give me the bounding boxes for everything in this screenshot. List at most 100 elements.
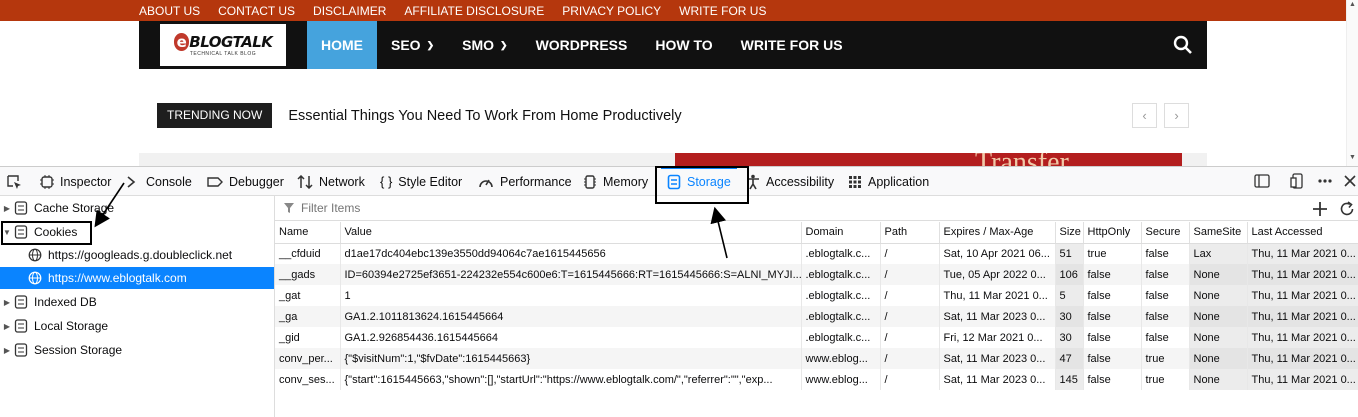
trending-title[interactable]: Essential Things You Need To Work From H… — [288, 108, 681, 124]
cell-last[interactable]: Thu, 11 Mar 2021 0... — [1247, 369, 1358, 390]
cell-expires[interactable]: Sat, 11 Mar 2023 0... — [939, 348, 1056, 369]
table-row[interactable]: conv_per... {"$visitNum":1,"$fvDate":1615… — [275, 348, 1358, 369]
expand-arrow-icon[interactable]: ▶ — [0, 298, 14, 307]
tab-performance[interactable]: Performance — [478, 167, 572, 196]
tab-style-editor[interactable]: { } Style Editor — [380, 167, 462, 196]
cell-domain[interactable]: .eblogtalk.c... — [801, 306, 881, 327]
cell-value[interactable]: {"$visitNum":1,"$fvDate":1615445663} — [340, 348, 802, 369]
cell-value[interactable]: GA1.2.1011813624.1615445664 — [340, 306, 802, 327]
cell-last[interactable]: Thu, 11 Mar 2021 0... — [1247, 348, 1358, 369]
cell-domain[interactable]: .eblogtalk.c... — [801, 327, 881, 348]
cell-last[interactable]: Thu, 11 Mar 2021 0... — [1247, 306, 1358, 327]
cell-value[interactable]: {"start":1615445663,"shown":[],"startUrl… — [340, 369, 802, 390]
nav-home[interactable]: HOME — [307, 21, 377, 69]
cell-domain[interactable]: .eblogtalk.c... — [801, 243, 881, 264]
cell-httponly[interactable]: true — [1083, 243, 1142, 264]
tab-accessibility[interactable]: Accessibility — [746, 167, 834, 196]
cell-expires[interactable]: Sat, 10 Apr 2021 06... — [939, 243, 1056, 264]
cell-path[interactable]: / — [880, 348, 940, 369]
cell-path[interactable]: / — [880, 264, 940, 285]
cell-secure[interactable]: false — [1141, 264, 1190, 285]
refresh-button[interactable] — [1337, 199, 1357, 219]
nav-how-to[interactable]: HOW TO — [641, 21, 726, 69]
cell-size[interactable]: 5 — [1055, 285, 1084, 306]
responsive-design-icon[interactable] — [1290, 173, 1306, 189]
column-header-path[interactable]: Path — [880, 222, 940, 244]
top-link-about[interactable]: ABOUT US — [139, 4, 200, 18]
scroll-up-icon[interactable]: ▲ — [1349, 1, 1356, 8]
cell-value[interactable]: d1ae17dc404ebc139e3550dd94064c7ae1615445… — [340, 243, 802, 264]
table-row[interactable]: conv_ses... {"start":1615445663,"shown":[… — [275, 369, 1358, 390]
cell-httponly[interactable]: false — [1083, 264, 1142, 285]
add-item-button[interactable] — [1310, 199, 1330, 219]
cell-path[interactable]: / — [880, 243, 940, 264]
table-row[interactable]: _ga GA1.2.1011813624.1615445664 .eblogtalk… — [275, 306, 1358, 327]
cell-name[interactable]: conv_per... — [275, 348, 341, 369]
cell-expires[interactable]: Sat, 11 Mar 2023 0... — [939, 369, 1056, 390]
cell-last[interactable]: Thu, 11 Mar 2021 0... — [1247, 243, 1358, 264]
trending-next-button[interactable]: › — [1164, 103, 1189, 128]
nav-seo[interactable]: SEO ❯ — [377, 21, 448, 69]
search-icon[interactable] — [1173, 35, 1193, 55]
cell-value[interactable]: 1 — [340, 285, 802, 306]
tab-application[interactable]: Application — [848, 167, 929, 196]
tree-cookie-eblogtalk[interactable]: https://www.eblogtalk.com — [0, 267, 274, 289]
cell-expires[interactable]: Thu, 11 Mar 2021 0... — [939, 285, 1056, 306]
more-options-icon[interactable] — [1317, 173, 1333, 189]
element-picker-icon[interactable] — [6, 174, 22, 190]
close-icon[interactable] — [1343, 173, 1357, 189]
tab-memory[interactable]: Memory — [583, 167, 648, 196]
column-header-domain[interactable]: Domain — [801, 222, 881, 244]
cell-samesite[interactable]: None — [1189, 285, 1248, 306]
cell-name[interactable]: _gat — [275, 285, 341, 306]
column-header-expires[interactable]: Expires / Max-Age — [939, 222, 1056, 244]
cell-size[interactable]: 30 — [1055, 327, 1084, 348]
cell-secure[interactable]: false — [1141, 306, 1190, 327]
cell-size[interactable]: 47 — [1055, 348, 1084, 369]
tree-local-storage[interactable]: ▶ Local Storage — [0, 315, 274, 337]
column-header-size[interactable]: Size — [1055, 222, 1084, 244]
top-link-privacy[interactable]: PRIVACY POLICY — [562, 4, 661, 18]
cell-last[interactable]: Thu, 11 Mar 2021 0... — [1247, 285, 1358, 306]
cell-size[interactable]: 106 — [1055, 264, 1084, 285]
scroll-down-icon[interactable]: ▼ — [1349, 154, 1356, 161]
cell-domain[interactable]: .eblogtalk.c... — [801, 264, 881, 285]
cell-last[interactable]: Thu, 11 Mar 2021 0... — [1247, 264, 1358, 285]
cell-httponly[interactable]: false — [1083, 369, 1142, 390]
tree-session-storage[interactable]: ▶ Session Storage — [0, 339, 274, 361]
cell-size[interactable]: 30 — [1055, 306, 1084, 327]
expand-arrow-icon[interactable]: ▶ — [0, 322, 14, 331]
column-header-samesite[interactable]: SameSite — [1189, 222, 1248, 244]
cell-samesite[interactable]: None — [1189, 369, 1248, 390]
cell-path[interactable]: / — [880, 285, 940, 306]
cell-httponly[interactable]: false — [1083, 285, 1142, 306]
table-row[interactable]: _gid GA1.2.926854436.1615445664 .eblogtalk… — [275, 327, 1358, 348]
tab-debugger[interactable]: Debugger — [207, 167, 284, 196]
nav-wordpress[interactable]: WORDPRESS — [522, 21, 642, 69]
split-console-icon[interactable] — [1254, 173, 1270, 189]
cell-secure[interactable]: false — [1141, 327, 1190, 348]
nav-write-for-us[interactable]: WRITE FOR US — [727, 21, 857, 69]
expand-arrow-icon[interactable]: ▶ — [0, 204, 14, 213]
column-header-name[interactable]: Name — [275, 222, 341, 244]
site-logo[interactable]: e BLOGTALK TECHNICAL TALK BLOG — [160, 24, 286, 66]
top-link-contact[interactable]: CONTACT US — [218, 4, 295, 18]
cell-size[interactable]: 51 — [1055, 243, 1084, 264]
cell-name[interactable]: __cfduid — [275, 243, 341, 264]
cell-last[interactable]: Thu, 11 Mar 2021 0... — [1247, 327, 1358, 348]
column-header-httponly[interactable]: HttpOnly — [1083, 222, 1142, 244]
page-scrollbar[interactable]: ▲ ▼ — [1346, 0, 1358, 166]
top-link-affiliate[interactable]: AFFILIATE DISCLOSURE — [404, 4, 544, 18]
cell-samesite[interactable]: None — [1189, 264, 1248, 285]
cell-samesite[interactable]: None — [1189, 348, 1248, 369]
top-link-disclaimer[interactable]: DISCLAIMER — [313, 4, 386, 18]
cell-secure[interactable]: false — [1141, 285, 1190, 306]
cell-domain[interactable]: www.eblog... — [801, 348, 881, 369]
cell-httponly[interactable]: false — [1083, 327, 1142, 348]
tab-console[interactable]: Console — [126, 167, 192, 196]
cell-secure[interactable]: false — [1141, 243, 1190, 264]
tab-network[interactable]: Network — [297, 167, 365, 196]
tree-cache-storage[interactable]: ▶ Cache Storage — [0, 197, 274, 219]
cell-path[interactable]: / — [880, 306, 940, 327]
trending-prev-button[interactable]: ‹ — [1132, 103, 1157, 128]
